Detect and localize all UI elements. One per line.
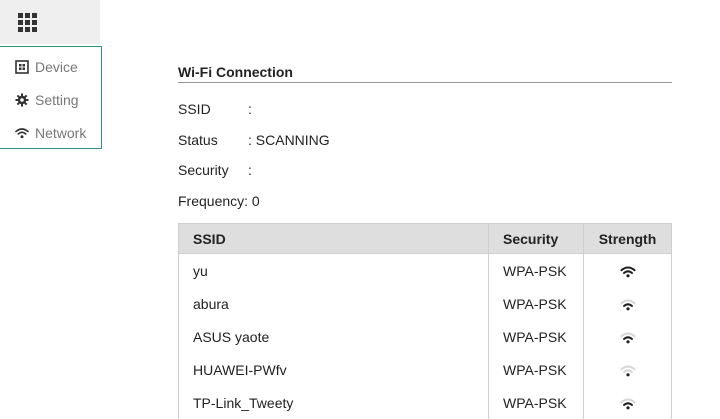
status-value: : SCANNING xyxy=(248,132,330,148)
table-row[interactable]: yu WPA-PSK xyxy=(178,253,672,287)
frequency-row: Frequency: 0 xyxy=(178,193,260,209)
sidebar-item-label: Network xyxy=(35,125,87,141)
signal-strength-cell xyxy=(583,253,672,287)
sidebar-item-device[interactable]: Device xyxy=(15,57,78,77)
sidebar-item-label: Device xyxy=(35,59,78,75)
sidebar-item-network[interactable]: Network xyxy=(15,123,86,143)
gear-icon xyxy=(15,93,29,107)
network-security: WPA-PSK xyxy=(488,287,584,320)
table-row[interactable]: HUAWEI-PWfv WPA-PSK xyxy=(178,353,672,386)
security-value: : xyxy=(248,162,252,178)
security-row: Security: xyxy=(178,162,252,178)
network-ssid: abura xyxy=(178,287,489,320)
sidebar-item-setting[interactable]: Setting xyxy=(15,90,79,110)
device-icon xyxy=(15,60,29,74)
menu-toggle-button[interactable] xyxy=(0,0,100,44)
wifi-signal-icon xyxy=(620,398,635,410)
table-header-row: SSID Security Strength xyxy=(178,223,672,254)
wifi-signal-icon xyxy=(620,332,635,344)
network-ssid: ASUS yaote xyxy=(178,320,489,353)
status-label: Status xyxy=(178,132,218,148)
signal-strength-cell xyxy=(583,386,672,419)
signal-strength-cell xyxy=(583,287,672,320)
network-security: WPA-PSK xyxy=(488,320,584,353)
ssid-row: SSID: xyxy=(178,101,252,117)
table-row[interactable]: TP-Link_Tweety WPA-PSK xyxy=(178,386,672,419)
network-ssid: TP-Link_Tweety xyxy=(178,386,489,419)
sidebar-item-label: Setting xyxy=(35,92,79,108)
frequency-value: : 0 xyxy=(244,193,260,209)
network-ssid: HUAWEI-PWfv xyxy=(178,353,489,386)
column-header-security: Security xyxy=(488,223,584,254)
network-security: WPA-PSK xyxy=(488,386,584,419)
table-row[interactable]: abura WPA-PSK xyxy=(178,287,672,320)
network-security: WPA-PSK xyxy=(488,353,584,386)
status-row: Status : SCANNING xyxy=(178,132,330,148)
sidebar-menu: Device Setting Network xyxy=(0,46,102,149)
apps-grid-icon xyxy=(18,13,37,32)
signal-strength-cell xyxy=(583,320,672,353)
wifi-networks-table: SSID Security Strength yu WPA-PSK abura WPA… xyxy=(178,223,672,419)
wifi-signal-icon xyxy=(620,266,635,278)
wifi-signal-icon xyxy=(620,365,635,377)
wifi-signal-icon xyxy=(620,299,635,311)
frequency-label: Frequency xyxy=(178,193,245,209)
network-security: WPA-PSK xyxy=(488,253,584,287)
signal-strength-cell xyxy=(583,353,672,386)
wifi-icon xyxy=(15,126,29,140)
table-row[interactable]: ASUS yaote WPA-PSK xyxy=(178,320,672,353)
ssid-label: SSID xyxy=(178,101,211,117)
section-title: Wi-Fi Connection xyxy=(178,64,672,83)
network-ssid: yu xyxy=(178,253,489,287)
column-header-ssid: SSID xyxy=(178,223,489,254)
ssid-value: : xyxy=(248,101,252,117)
column-header-strength: Strength xyxy=(583,223,672,254)
security-label: Security xyxy=(178,162,229,178)
